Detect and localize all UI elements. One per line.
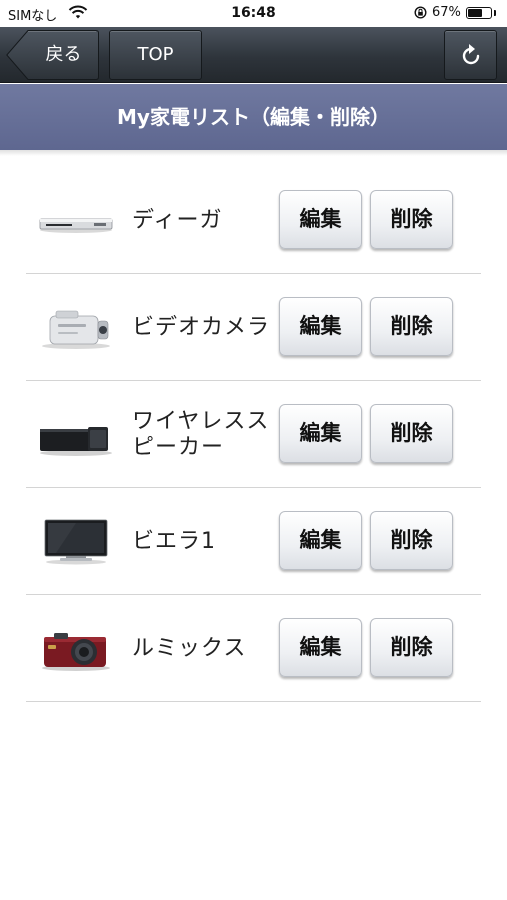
top-button[interactable]: TOP	[109, 30, 202, 80]
orientation-lock-icon	[414, 6, 427, 19]
edit-button[interactable]: 編集	[279, 618, 362, 677]
nav-bar: 戻る TOP	[0, 27, 507, 83]
list-item: ルミックス 編集 削除	[26, 595, 481, 702]
device-name: ビエラ1	[132, 528, 216, 554]
battery-icon	[466, 7, 492, 19]
edit-button[interactable]: 編集	[279, 297, 362, 356]
device-name: ルミックス	[132, 635, 247, 661]
battery-tip	[494, 10, 496, 16]
page-title-band: My家電リスト（編集・削除）	[0, 84, 507, 150]
list-item: ビエラ1 編集 削除	[26, 488, 481, 595]
edit-button[interactable]: 編集	[279, 404, 362, 463]
edit-button[interactable]: 編集	[279, 190, 362, 249]
back-button-label: 戻る	[45, 44, 82, 65]
page-title: My家電リスト（編集・削除）	[117, 105, 390, 129]
delete-button[interactable]: 削除	[370, 404, 453, 463]
refresh-button[interactable]	[444, 30, 497, 80]
device-name: ディーガ	[132, 207, 223, 233]
speaker-icon	[40, 427, 112, 456]
delete-button[interactable]: 削除	[370, 190, 453, 249]
edit-button[interactable]: 編集	[279, 511, 362, 570]
delete-button[interactable]: 削除	[370, 618, 453, 677]
device-name: ビデオカメラ	[132, 314, 271, 340]
device-name: ワイヤレススピーカー	[132, 408, 270, 460]
delete-button[interactable]: 削除	[370, 511, 453, 570]
title-shadow	[0, 150, 507, 156]
camcorder-icon	[42, 310, 110, 349]
refresh-icon	[462, 44, 480, 65]
list-item: ワイヤレススピーカー 編集 削除	[26, 381, 481, 488]
recorder-icon	[39, 218, 113, 233]
tv-icon	[44, 519, 108, 565]
battery-level	[468, 9, 483, 17]
list-item: ディーガ 編集 削除	[26, 167, 481, 274]
camera-icon	[42, 633, 110, 671]
status-bar: SIMなし 16:48 67%	[0, 0, 507, 27]
battery-percent: 67%	[432, 5, 461, 20]
device-list: ディーガ 編集 削除 ビデオカメラ 編集 削除 ワイヤレススピーカー 編集 削除	[26, 167, 481, 702]
list-item: ビデオカメラ 編集 削除	[26, 274, 481, 381]
delete-button[interactable]: 削除	[370, 297, 453, 356]
back-button[interactable]: 戻る	[6, 30, 99, 80]
clock: 16:48	[231, 5, 276, 21]
